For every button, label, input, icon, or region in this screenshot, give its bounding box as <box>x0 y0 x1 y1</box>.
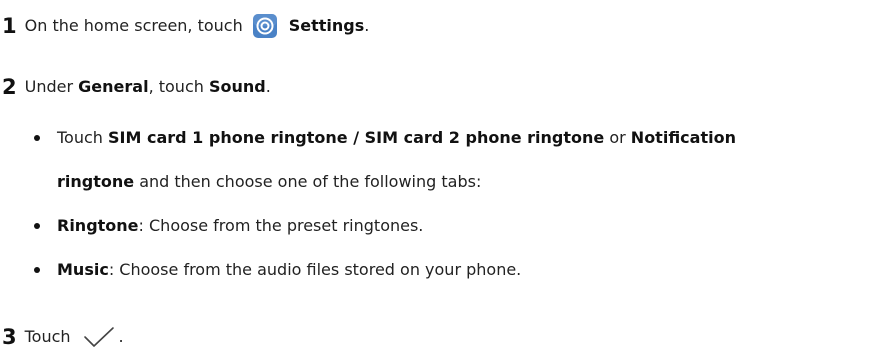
step-3: 3 Touch . <box>2 326 124 348</box>
bullet-dot <box>34 223 40 229</box>
bullet-item-1-continued: ringtone and then choose one of the foll… <box>57 171 481 193</box>
step-text: Under <box>24 77 74 96</box>
bullet-item-1: Touch SIM card 1 phone ringtone / SIM ca… <box>57 127 736 149</box>
bullet-text: : Choose from the audio files stored on … <box>108 260 522 279</box>
bullet-item-2: Ringtone: Choose from the preset rington… <box>57 215 423 237</box>
bullet-item-3: Music: Choose from the audio files store… <box>57 259 521 281</box>
step-number: 2 <box>2 75 17 99</box>
step-2: 2 Under General, touch Sound. <box>2 76 271 98</box>
settings-icon <box>252 14 277 38</box>
general-label: General <box>78 77 149 96</box>
step-text: Touch <box>24 327 71 346</box>
step-text: On the home screen, touch <box>24 16 243 35</box>
bullet-text: or <box>609 128 626 147</box>
step-number: 3 <box>2 325 17 349</box>
ringtone-label: ringtone <box>57 172 135 191</box>
bullet-text: : Choose from the preset ringtones. <box>138 216 424 235</box>
period: . <box>118 327 124 346</box>
settings-label: Settings <box>288 16 365 35</box>
ringtone-tab-label: Ringtone <box>57 216 139 235</box>
check-icon <box>83 326 115 348</box>
sim-ringtone-label: SIM card 1 phone ringtone / SIM card 2 p… <box>108 128 605 147</box>
notification-label: Notification <box>630 128 736 147</box>
bullet-text: and then choose one of the following tab… <box>139 172 482 191</box>
sound-label: Sound <box>208 77 266 96</box>
period: . <box>265 77 271 96</box>
step-text: , touch <box>148 77 204 96</box>
step-number: 1 <box>2 14 17 38</box>
bullet-dot <box>34 267 40 273</box>
period: . <box>364 16 370 35</box>
music-tab-label: Music <box>57 260 109 279</box>
bullet-dot <box>34 135 40 141</box>
step-1: 1 On the home screen, touch Settings. <box>2 14 370 38</box>
bullet-text: Touch <box>57 128 103 147</box>
